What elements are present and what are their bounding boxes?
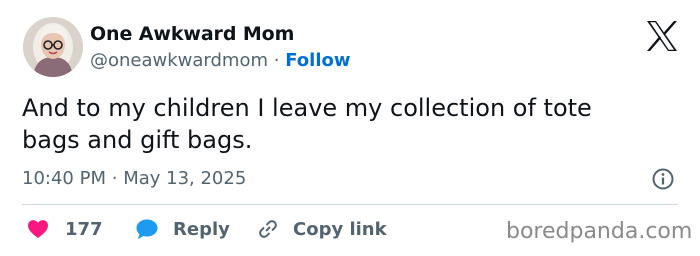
copy-link-button[interactable]: Copy link xyxy=(257,216,387,242)
tweet-text-line-1: And to my children I leave my collection… xyxy=(22,94,592,122)
author-handle[interactable]: @oneawkwardmom xyxy=(90,50,268,71)
timestamp[interactable]: 10:40 PM · May 13, 2025 xyxy=(22,168,246,189)
timestamp-separator: · xyxy=(111,168,118,189)
watermark: boredpanda.com xyxy=(506,219,693,244)
handle-separator: · xyxy=(273,50,280,71)
avatar[interactable] xyxy=(23,17,83,77)
reply-button[interactable]: Reply xyxy=(135,216,230,242)
info-icon[interactable] xyxy=(651,167,675,191)
timestamp-date: May 13, 2025 xyxy=(123,168,247,189)
link-icon xyxy=(259,220,277,238)
divider xyxy=(22,204,678,205)
follow-button[interactable]: Follow xyxy=(285,50,350,71)
reply-label: Reply xyxy=(173,218,230,240)
timestamp-time: 10:40 PM xyxy=(22,168,106,189)
tweet-text-line-2: bags and gift bags. xyxy=(22,126,253,154)
avatar-image xyxy=(23,17,83,77)
reply-bubble-icon xyxy=(136,219,158,239)
author-display-name[interactable]: One Awkward Mom xyxy=(90,23,294,45)
like-button[interactable]: 177 xyxy=(27,216,103,242)
tweet-text: And to my children I leave my collection… xyxy=(22,92,682,156)
author-handle-line: @oneawkwardmom · Follow xyxy=(90,50,351,71)
heart-icon xyxy=(28,220,48,239)
copy-link-label: Copy link xyxy=(293,218,387,240)
tweet-card: One Awkward Mom @oneawkwardmom · Follow … xyxy=(0,0,700,256)
x-logo-icon[interactable] xyxy=(645,20,679,52)
like-count: 177 xyxy=(65,218,103,240)
